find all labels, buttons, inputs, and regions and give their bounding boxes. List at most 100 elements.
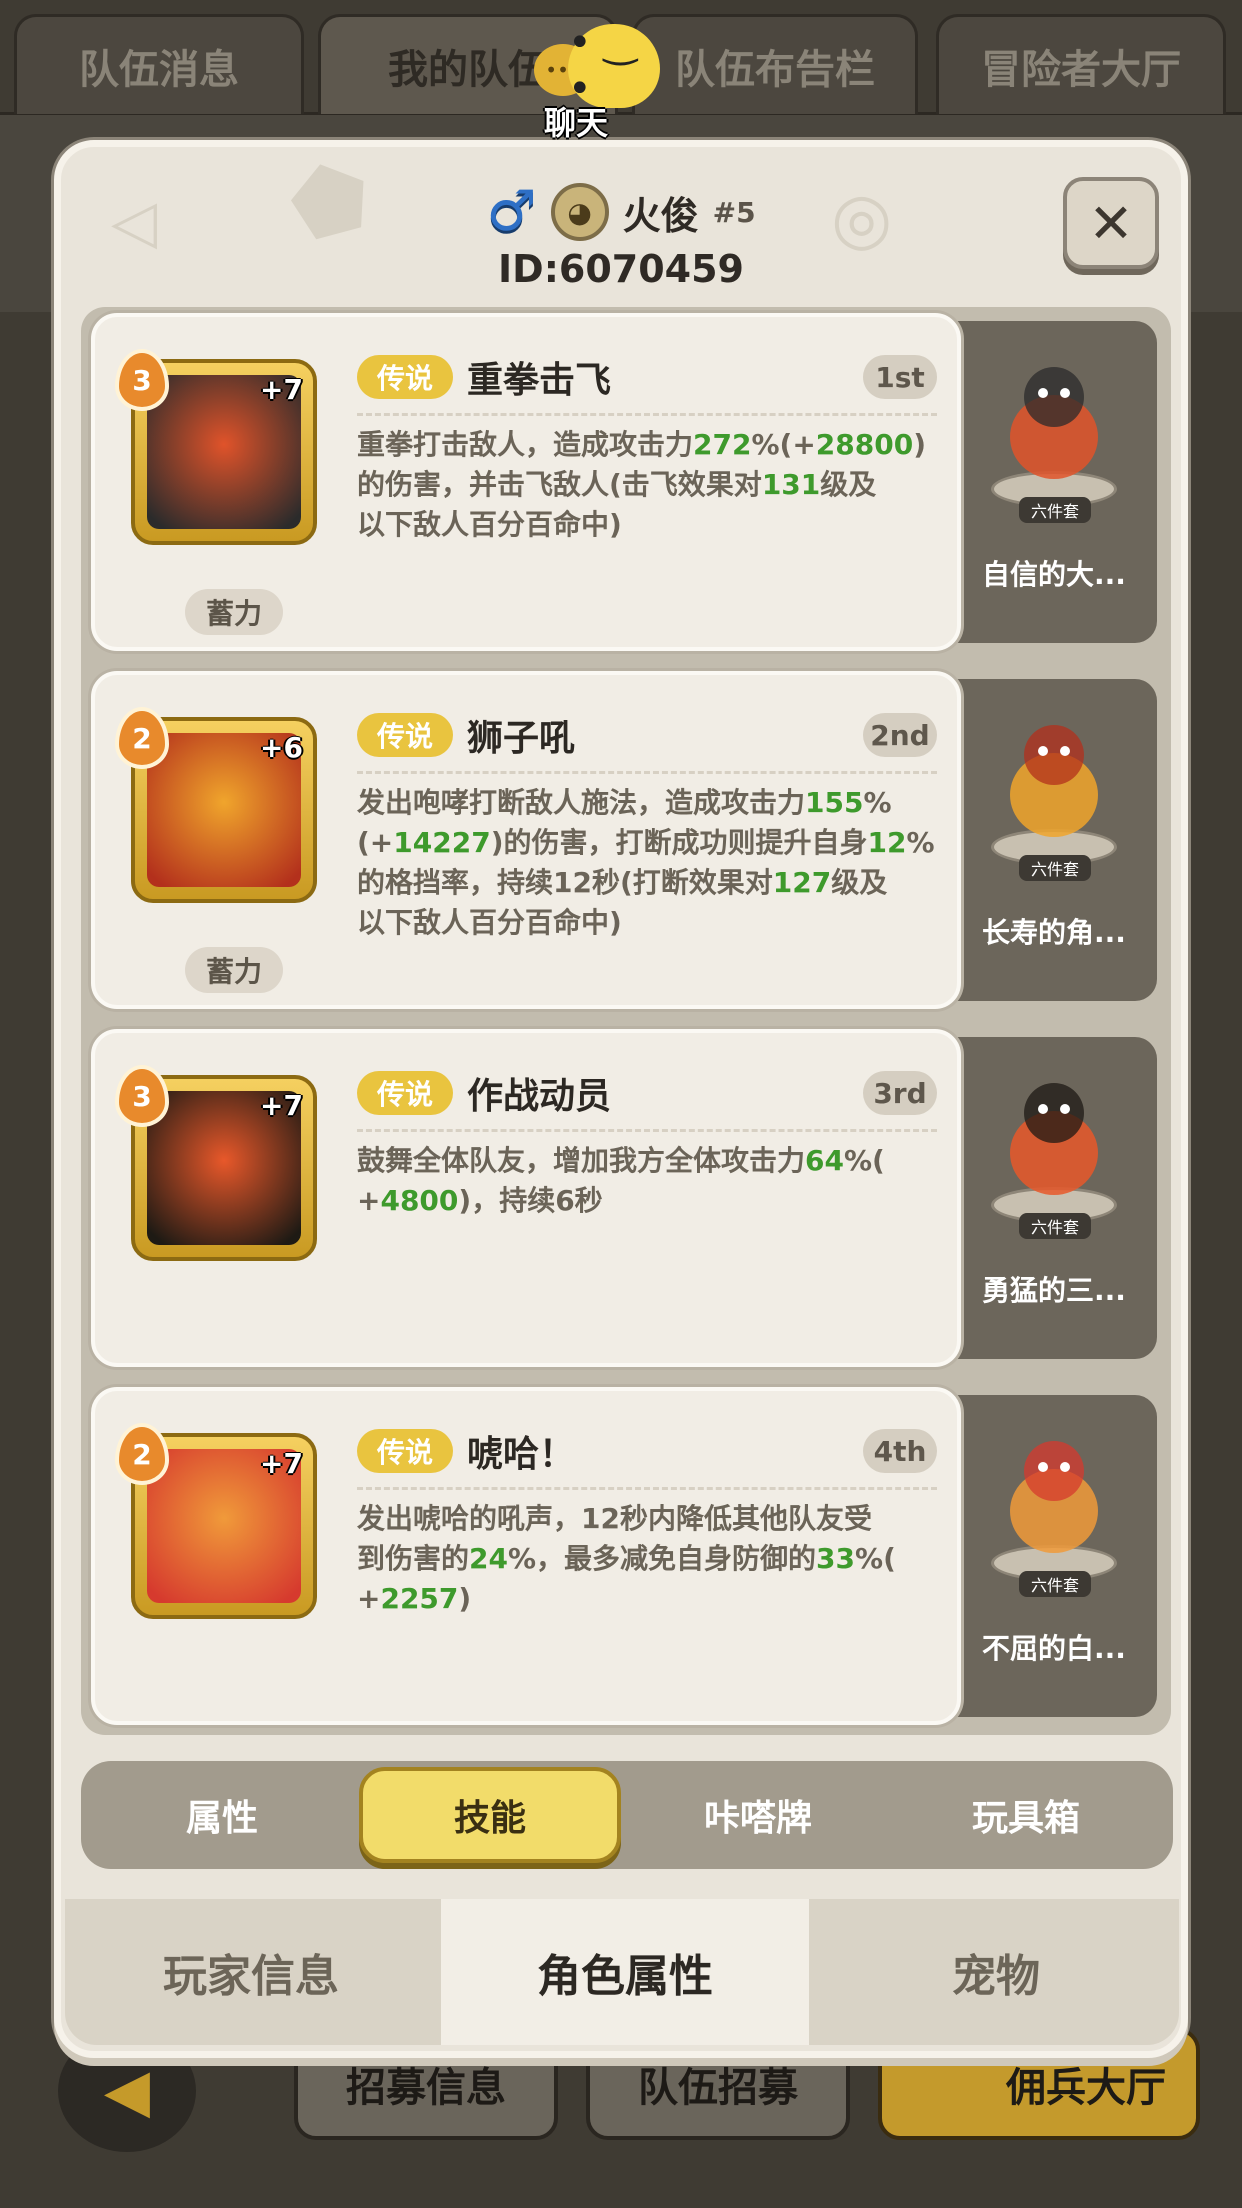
pet-panel[interactable]: 六件套 不屈的白... — [951, 1395, 1157, 1717]
skill-description: 发出唬哈的吼声，12秒内降低其他队友受 到伤害的24%，最多减免自身防御的33%… — [357, 1499, 943, 1619]
chick-face-icon: ◕ — [567, 195, 592, 229]
skill-value: 4800 — [380, 1184, 459, 1217]
skill-name: 唬哈！ — [467, 1434, 576, 1475]
tab-pet[interactable]: 宠物 — [813, 1899, 1179, 2045]
pet-name: 不屈的白... — [982, 1632, 1126, 1665]
skill-plus-level: +7 — [260, 373, 303, 406]
skill-text: 发出咆哮打断敌人施法，造成攻击力 — [357, 786, 806, 819]
skill-name: 作战动员 — [467, 1076, 612, 1117]
skill-value: 64 — [805, 1144, 844, 1177]
skill-plus-level: +7 — [260, 1447, 303, 1480]
set-badge: 六件套 — [1019, 497, 1091, 523]
skill-icon[interactable]: 2 +6 — [115, 707, 317, 903]
pet-figure-icon — [991, 1421, 1117, 1571]
rarity-badge: 传说 — [357, 1071, 453, 1115]
skill-value: 272 — [693, 428, 752, 461]
skill-text: )的伤害，打断成功则提升自身 — [490, 826, 868, 859]
skill-value: 131 — [761, 468, 821, 501]
skill-rank-badge: 3rd — [863, 1071, 937, 1115]
skill-description: 发出咆哮打断敌人施法，造成攻击力155% (+14227)的伤害，打断成功则提升… — [357, 783, 943, 943]
skill-name: 狮子吼 — [467, 718, 576, 759]
pet-figure-icon — [991, 347, 1117, 497]
divider — [357, 1487, 937, 1490]
tab-skills[interactable]: 技能 — [359, 1767, 621, 1863]
skill-row[interactable]: 六件套 自信的大... 3 +7 蓄力 传说 重拳击飞 1st 重拳打击敌人，造… — [81, 307, 1171, 651]
pet-figure-icon — [991, 1063, 1117, 1213]
skill-value: 33 — [816, 1542, 856, 1575]
pet-panel[interactable]: 六件套 自信的大... — [951, 321, 1157, 643]
skill-list[interactable]: 六件套 自信的大... 3 +7 蓄力 传说 重拳击飞 1st 重拳打击敌人，造… — [81, 307, 1171, 1735]
skill-value: 12 — [867, 826, 907, 859]
skill-level-badge: 2 — [115, 1423, 169, 1485]
skill-value: 2257 — [380, 1582, 459, 1615]
arrow-left-icon: ◀ — [103, 2056, 151, 2126]
skill-level-badge: 2 — [115, 707, 169, 769]
tab-team-messages[interactable]: 队伍消息 — [14, 14, 304, 114]
skill-row[interactable]: 六件套 不屈的白... 2 +7 传说 唬哈！ 4th 发出唬哈的吼声，12秒内… — [81, 1381, 1171, 1725]
close-button[interactable]: ✕ — [1063, 177, 1159, 269]
skill-text: 重拳打击敌人，造成攻击力 — [357, 428, 694, 461]
tab-character-attributes[interactable]: 角色属性 — [441, 1899, 809, 2045]
skill-description: 鼓舞全体队友，增加我方全体攻击力64%( +4800)，持续6秒 — [357, 1141, 943, 1221]
charge-tag: 蓄力 — [185, 947, 283, 993]
skill-icon[interactable]: 3 +7 — [115, 1065, 317, 1261]
pet-panel[interactable]: 六件套 长寿的角... — [951, 679, 1157, 1001]
player-id: ID:6070459 — [498, 247, 744, 291]
tab-attributes[interactable]: 属性 — [91, 1767, 353, 1863]
skill-plus-level: +7 — [260, 1089, 303, 1122]
skill-card[interactable]: 2 +6 蓄力 传说 狮子吼 2nd 发出咆哮打断敌人施法，造成攻击力155% … — [91, 671, 961, 1009]
pet-figure-icon — [991, 705, 1117, 855]
set-badge: 六件套 — [1019, 1213, 1091, 1239]
close-icon: ✕ — [1088, 191, 1134, 255]
skill-card[interactable]: 3 +7 传说 作战动员 3rd 鼓舞全体队友，增加我方全体攻击力64%( +4… — [91, 1029, 961, 1367]
divider — [357, 413, 937, 416]
skill-icon[interactable]: 3 +7 — [115, 349, 317, 545]
skill-text: %，最多减免自身防御的 — [507, 1542, 817, 1575]
tab-team-board[interactable]: 队伍布告栏 — [632, 14, 918, 114]
set-badge: 六件套 — [1019, 855, 1091, 881]
skill-value: 155 — [805, 786, 864, 819]
skill-row[interactable]: 六件套 勇猛的三... 3 +7 传说 作战动员 3rd 鼓舞全体队友，增加我方… — [81, 1023, 1171, 1367]
player-header: ♂ ◕ 火俊 #5 — [61, 183, 1181, 241]
rarity-badge: 传说 — [357, 713, 453, 757]
skill-text: )，持续6秒 — [458, 1184, 603, 1217]
pet-panel[interactable]: 六件套 勇猛的三... — [951, 1037, 1157, 1359]
tab-cards[interactable]: 咔嗒牌 — [627, 1767, 889, 1863]
character-modal: ⬟ ◁ ◎ ♂ ◕ 火俊 #5 ID:6070459 ✕ 六件套 自信的大...… — [54, 140, 1188, 2058]
skill-plus-level: +6 — [260, 731, 303, 764]
chat-label: 聊天 — [544, 104, 609, 142]
divider — [357, 771, 937, 774]
skill-rank-badge: 1st — [863, 355, 937, 399]
charge-tag: 蓄力 — [185, 589, 283, 635]
skill-level-badge: 3 — [115, 349, 169, 411]
tab-player-info[interactable]: 玩家信息 — [65, 1899, 437, 2045]
skill-value: 24 — [469, 1542, 508, 1575]
smiley-icon: • ‿ • — [568, 20, 660, 112]
inner-tab-bar: 属性 技能 咔嗒牌 玩具箱 — [81, 1761, 1173, 1869]
pet-name: 自信的大... — [982, 558, 1126, 591]
skill-level-badge: 3 — [115, 1065, 169, 1127]
player-name: 火俊 — [622, 193, 699, 238]
skill-card[interactable]: 3 +7 蓄力 传说 重拳击飞 1st 重拳打击敌人，造成攻击力272%(+28… — [91, 313, 961, 651]
skill-value: 127 — [772, 866, 832, 899]
skill-row[interactable]: 六件套 长寿的角... 2 +6 蓄力 传说 狮子吼 2nd 发出咆哮打断敌人施… — [81, 665, 1171, 1009]
skill-card[interactable]: 2 +7 传说 唬哈！ 4th 发出唬哈的吼声，12秒内降低其他队友受 到伤害的… — [91, 1387, 961, 1725]
player-number: #5 — [712, 195, 756, 229]
skill-value: 14227 — [393, 826, 491, 859]
skill-text: %(+ — [751, 428, 816, 461]
skill-value: 28800 — [815, 428, 914, 461]
divider — [357, 1129, 937, 1132]
male-icon: ♂ — [486, 179, 537, 244]
tab-toybox[interactable]: 玩具箱 — [895, 1767, 1157, 1863]
skill-icon[interactable]: 2 +7 — [115, 1423, 317, 1619]
set-badge: 六件套 — [1019, 1571, 1091, 1597]
tab-adventurer-hall[interactable]: 冒险者大厅 — [936, 14, 1226, 114]
bottom-tab-bar: 玩家信息 角色属性 宠物 — [65, 1899, 1179, 2045]
skill-text: ) — [458, 1582, 472, 1615]
skill-text: 鼓舞全体队友，增加我方全体攻击力 — [357, 1144, 806, 1177]
chat-button[interactable]: ••• • ‿ • 聊天 — [534, 18, 664, 142]
avatar[interactable]: ◕ — [550, 183, 609, 241]
skill-rank-badge: 2nd — [863, 713, 937, 757]
rarity-badge: 传说 — [357, 1429, 453, 1473]
skill-description: 重拳打击敌人，造成攻击力272%(+28800) 的伤害，并击飞敌人(击飞效果对… — [357, 425, 943, 545]
